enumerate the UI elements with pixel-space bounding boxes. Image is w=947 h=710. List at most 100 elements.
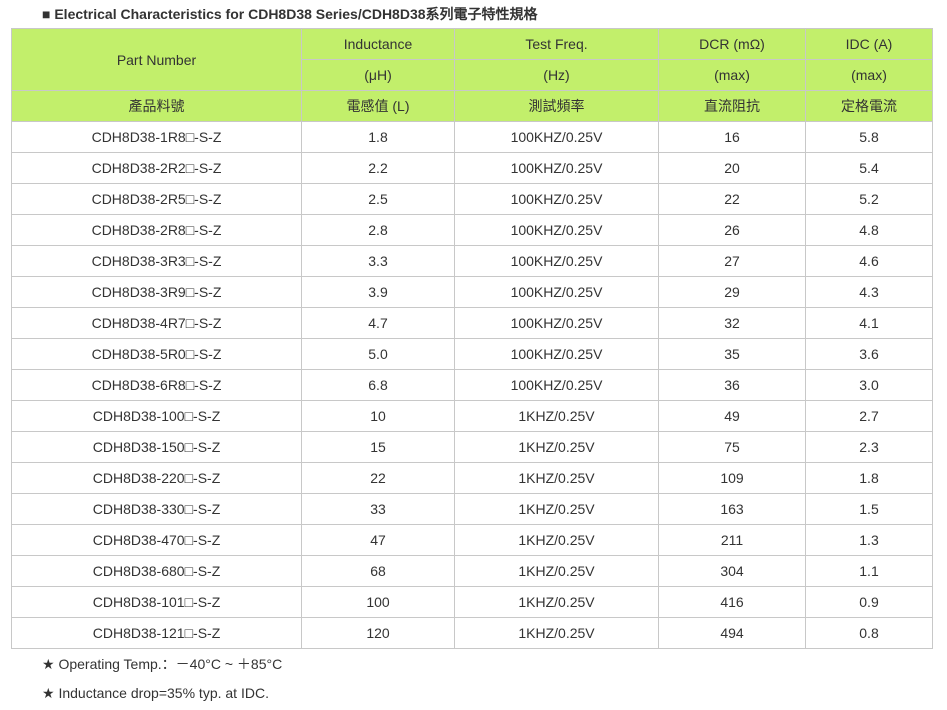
cell-part-number: CDH8D38-330□-S-Z — [11, 493, 302, 525]
table-row: CDH8D38-150□-S-Z 15 1KHZ/0.25V 75 2.3 — [11, 431, 933, 463]
cell-dcr: 32 — [658, 307, 806, 339]
cell-dcr: 16 — [658, 121, 806, 153]
electrical-characteristics-table: Part Number Inductance Test Freq. DCR (m… — [11, 28, 933, 649]
cell-inductance: 15 — [301, 431, 455, 463]
cell-inductance: 3.9 — [301, 276, 455, 308]
cell-test-freq: 100KHZ/0.25V — [454, 276, 659, 308]
cell-inductance: 33 — [301, 493, 455, 525]
cell-idc: 4.1 — [805, 307, 933, 339]
cell-part-number: CDH8D38-3R9□-S-Z — [11, 276, 302, 308]
cell-idc: 1.5 — [805, 493, 933, 525]
cell-test-freq: 1KHZ/0.25V — [454, 493, 659, 525]
header-inductance-zh: 電感值 (L) — [301, 90, 455, 122]
cell-inductance: 5.0 — [301, 338, 455, 370]
cell-inductance: 22 — [301, 462, 455, 494]
cell-part-number: CDH8D38-2R5□-S-Z — [11, 183, 302, 215]
cell-part-number: CDH8D38-680□-S-Z — [11, 555, 302, 587]
header-dcr-zh: 直流阻抗 — [658, 90, 806, 122]
header-part-number: Part Number — [11, 28, 302, 91]
header-inductance: Inductance — [301, 28, 455, 60]
cell-inductance: 3.3 — [301, 245, 455, 277]
cell-test-freq: 1KHZ/0.25V — [454, 617, 659, 649]
cell-dcr: 49 — [658, 400, 806, 432]
cell-idc: 5.4 — [805, 152, 933, 184]
cell-part-number: CDH8D38-5R0□-S-Z — [11, 338, 302, 370]
cell-test-freq: 100KHZ/0.25V — [454, 245, 659, 277]
cell-test-freq: 100KHZ/0.25V — [454, 152, 659, 184]
table-row: CDH8D38-5R0□-S-Z 5.0 100KHZ/0.25V 35 3.6 — [11, 338, 933, 370]
header-test-freq-unit: (Hz) — [454, 59, 659, 91]
cell-test-freq: 1KHZ/0.25V — [454, 586, 659, 618]
cell-dcr: 163 — [658, 493, 806, 525]
cell-part-number: CDH8D38-100□-S-Z — [11, 400, 302, 432]
cell-idc: 3.6 — [805, 338, 933, 370]
header-part-number-zh: 產品料號 — [11, 90, 302, 122]
cell-dcr: 26 — [658, 214, 806, 246]
cell-idc: 4.6 — [805, 245, 933, 277]
table-row: CDH8D38-1R8□-S-Z 1.8 100KHZ/0.25V 16 5.8 — [11, 121, 933, 153]
cell-inductance: 120 — [301, 617, 455, 649]
cell-part-number: CDH8D38-2R8□-S-Z — [11, 214, 302, 246]
cell-inductance: 1.8 — [301, 121, 455, 153]
cell-inductance: 2.2 — [301, 152, 455, 184]
cell-dcr: 109 — [658, 462, 806, 494]
cell-test-freq: 100KHZ/0.25V — [454, 338, 659, 370]
cell-part-number: CDH8D38-1R8□-S-Z — [11, 121, 302, 153]
cell-idc: 0.8 — [805, 617, 933, 649]
cell-test-freq: 100KHZ/0.25V — [454, 183, 659, 215]
cell-dcr: 36 — [658, 369, 806, 401]
table-row: CDH8D38-220□-S-Z 22 1KHZ/0.25V 109 1.8 — [11, 462, 933, 494]
header-dcr: DCR (mΩ) — [658, 28, 806, 60]
cell-idc: 4.3 — [805, 276, 933, 308]
table-row: CDH8D38-3R3□-S-Z 3.3 100KHZ/0.25V 27 4.6 — [11, 245, 933, 277]
cell-part-number: CDH8D38-150□-S-Z — [11, 431, 302, 463]
cell-idc: 4.8 — [805, 214, 933, 246]
table-row: CDH8D38-330□-S-Z 33 1KHZ/0.25V 163 1.5 — [11, 493, 933, 525]
cell-inductance: 68 — [301, 555, 455, 587]
header-inductance-unit: (μH) — [301, 59, 455, 91]
cell-test-freq: 100KHZ/0.25V — [454, 369, 659, 401]
header-test-freq-zh: 測試頻率 — [454, 90, 659, 122]
cell-dcr: 211 — [658, 524, 806, 556]
table-row: CDH8D38-3R9□-S-Z 3.9 100KHZ/0.25V 29 4.3 — [11, 276, 933, 308]
table-row: CDH8D38-470□-S-Z 47 1KHZ/0.25V 211 1.3 — [11, 524, 933, 556]
cell-dcr: 29 — [658, 276, 806, 308]
cell-test-freq: 1KHZ/0.25V — [454, 462, 659, 494]
table-row: CDH8D38-4R7□-S-Z 4.7 100KHZ/0.25V 32 4.1 — [11, 307, 933, 339]
cell-inductance: 6.8 — [301, 369, 455, 401]
cell-dcr: 35 — [658, 338, 806, 370]
header-row-chinese: 產品料號 電感值 (L) 測試頻率 直流阻抗 定格電流 — [11, 90, 933, 122]
cell-inductance: 100 — [301, 586, 455, 618]
table-row: CDH8D38-2R2□-S-Z 2.2 100KHZ/0.25V 20 5.4 — [11, 152, 933, 184]
cell-part-number: CDH8D38-470□-S-Z — [11, 524, 302, 556]
header-test-freq: Test Freq. — [454, 28, 659, 60]
cell-dcr: 22 — [658, 183, 806, 215]
table-row: CDH8D38-121□-S-Z 120 1KHZ/0.25V 494 0.8 — [11, 617, 933, 649]
cell-inductance: 2.5 — [301, 183, 455, 215]
cell-dcr: 416 — [658, 586, 806, 618]
cell-part-number: CDH8D38-6R8□-S-Z — [11, 369, 302, 401]
table-row: CDH8D38-101□-S-Z 100 1KHZ/0.25V 416 0.9 — [11, 586, 933, 618]
cell-dcr: 75 — [658, 431, 806, 463]
table-row: CDH8D38-2R5□-S-Z 2.5 100KHZ/0.25V 22 5.2 — [11, 183, 933, 215]
cell-part-number: CDH8D38-121□-S-Z — [11, 617, 302, 649]
cell-dcr: 27 — [658, 245, 806, 277]
table-row: CDH8D38-2R8□-S-Z 2.8 100KHZ/0.25V 26 4.8 — [11, 214, 933, 246]
cell-test-freq: 1KHZ/0.25V — [454, 524, 659, 556]
cell-test-freq: 100KHZ/0.25V — [454, 307, 659, 339]
cell-idc: 1.8 — [805, 462, 933, 494]
header-idc-unit: (max) — [805, 59, 933, 91]
header-idc: IDC (A) — [805, 28, 933, 60]
note-operating-temp: ★ Operating Temp.：－40°C ~ ＋85°C — [42, 656, 283, 672]
cell-idc: 3.0 — [805, 369, 933, 401]
section-title: ■ Electrical Characteristics for CDH8D38… — [42, 6, 538, 22]
cell-idc: 1.3 — [805, 524, 933, 556]
table-row: CDH8D38-680□-S-Z 68 1KHZ/0.25V 304 1.1 — [11, 555, 933, 587]
header-row-english: Part Number Inductance Test Freq. DCR (m… — [11, 28, 933, 91]
header-idc-zh: 定格電流 — [805, 90, 933, 122]
cell-test-freq: 1KHZ/0.25V — [454, 431, 659, 463]
cell-inductance: 2.8 — [301, 214, 455, 246]
cell-idc: 2.7 — [805, 400, 933, 432]
cell-part-number: CDH8D38-4R7□-S-Z — [11, 307, 302, 339]
cell-part-number: CDH8D38-101□-S-Z — [11, 586, 302, 618]
